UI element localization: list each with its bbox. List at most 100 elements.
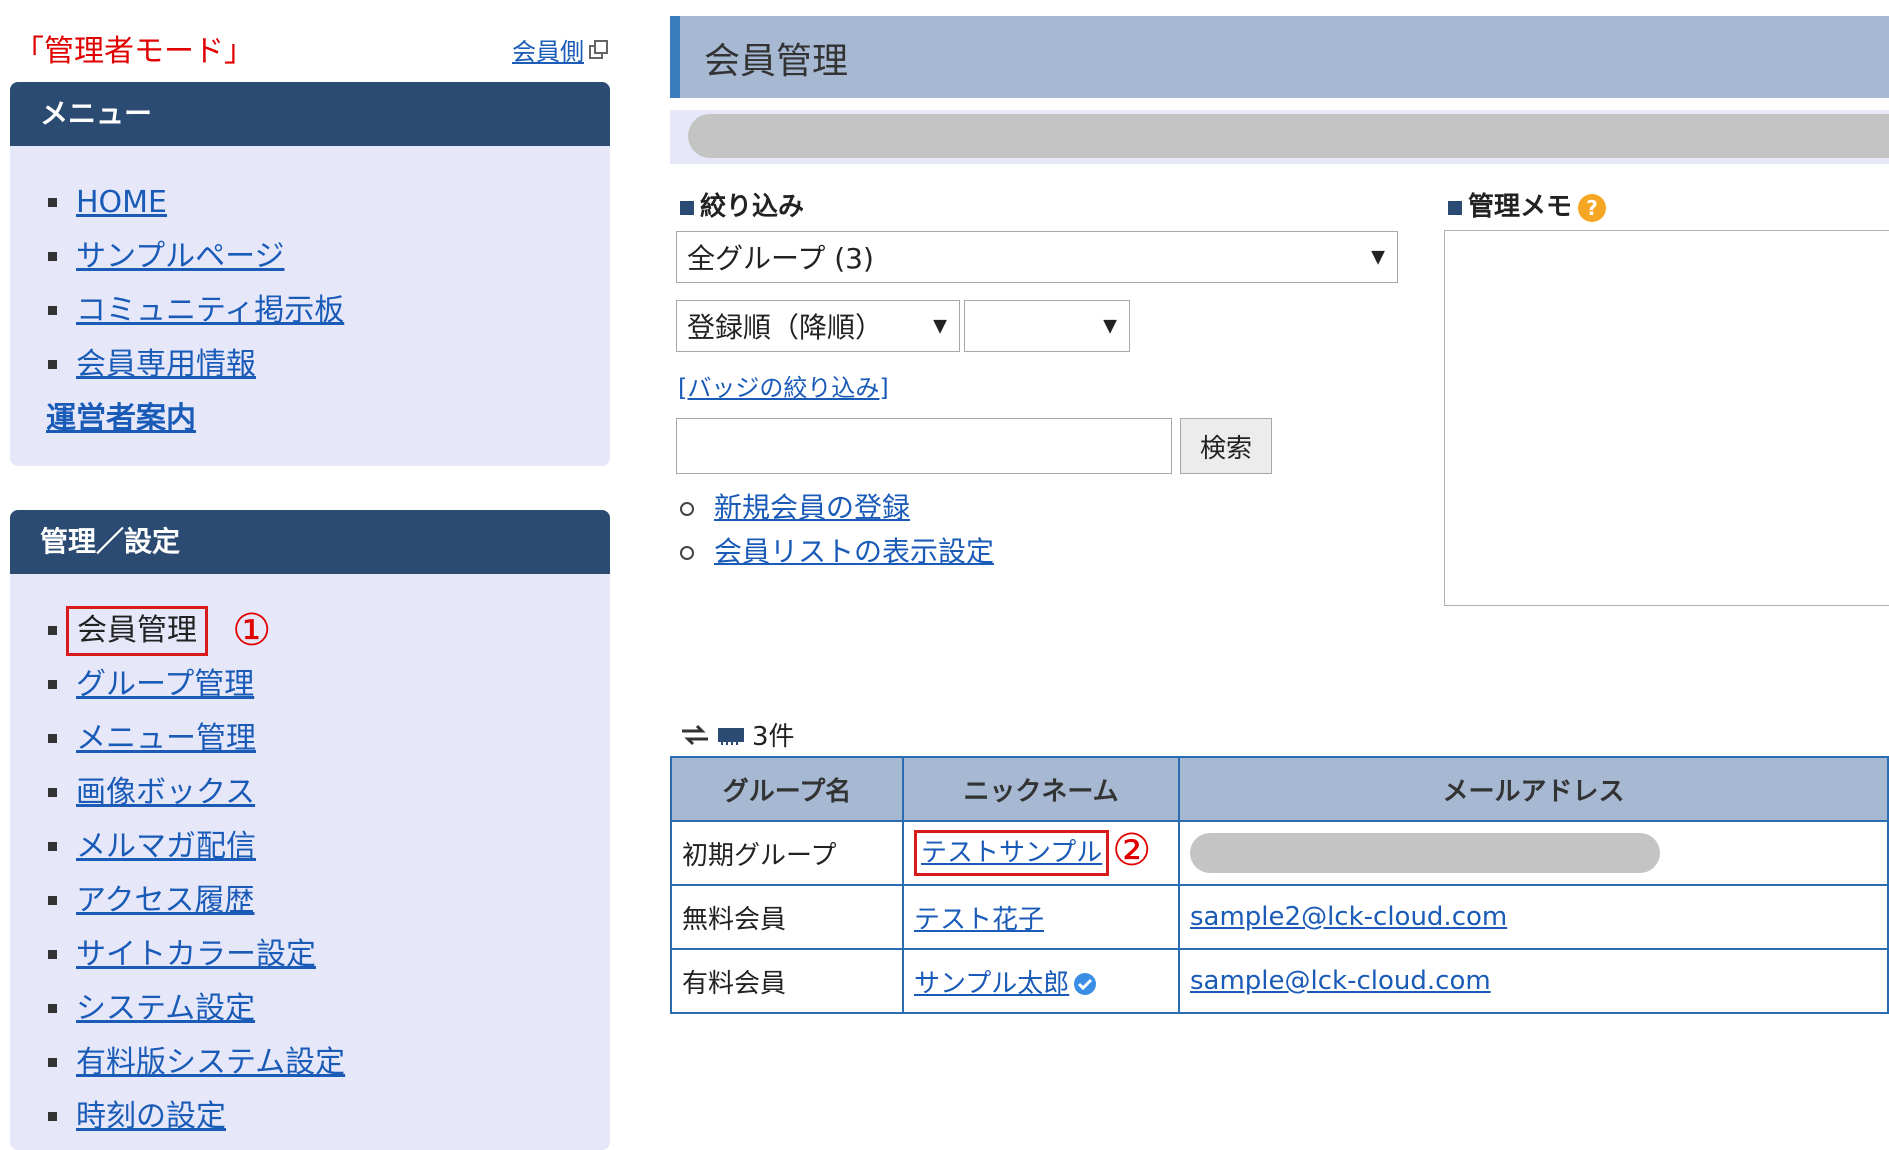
action-links: 新規会員の登録 会員リストの表示設定 [680,486,994,574]
menu-link-operator[interactable]: 運営者案内 [46,401,196,436]
cell-nickname: テスト花子 [902,884,1180,950]
annotation-marker-2: ② [1112,825,1152,876]
menu-item-home: HOME [10,176,610,230]
circle-bullet-icon [680,546,694,560]
admin-link-system-settings[interactable]: システム設定 [76,991,255,1026]
sidebar: 「管理者モード」 会員側 メニュー HOME サンプルページ コミュニティ掲示板… [0,0,620,1150]
table-row: 初期グループ テストサンプル ② [670,820,1889,886]
bullet-icon [48,896,57,905]
action-item-register: 新規会員の登録 [680,486,994,530]
menu-panel-title: メニュー [10,82,610,146]
swap-arrows-icon[interactable] [680,723,710,747]
result-count: 3件 [752,722,795,752]
bullet-icon [48,198,57,207]
filter-section-title: 絞り込み [680,186,804,223]
sort-select-value: 登録順（降順） [687,311,884,344]
bullet-icon [48,842,57,851]
cell-group: 無料会員 [670,884,904,950]
redacted-info [688,114,1889,158]
sort-select[interactable]: 登録順（降順） ▼ [676,300,960,352]
menu-link-members-info[interactable]: 会員専用情報 [76,347,256,382]
bullet-icon [48,626,57,635]
nickname-link[interactable]: テスト花子 [914,905,1044,935]
table-header-row: グループ名 ニックネーム メールアドレス [670,756,1889,822]
search-button[interactable]: 検索 [1180,418,1272,474]
admin-item-access-history: アクセス履歴 [10,874,610,928]
nickname-link[interactable]: テストサンプル [914,830,1110,876]
info-strip [670,110,1889,164]
menu-link-community-board[interactable]: コミュニティ掲示板 [76,293,344,328]
verified-badge-icon [1074,973,1097,995]
cell-group: 初期グループ [670,820,904,886]
search-input[interactable] [676,418,1172,474]
admin-item-newsletter: メルマガ配信 [10,820,610,874]
annotation-marker-1: ① [232,605,272,656]
admin-link-newsletter[interactable]: メルマガ配信 [76,829,256,864]
bullet-icon [48,306,57,315]
circle-bullet-icon [680,502,694,516]
square-bullet-icon [680,200,694,215]
register-member-link[interactable]: 新規会員の登録 [714,491,910,524]
admin-link-group-management[interactable]: グループ管理 [76,667,254,702]
dropdown-arrow-icon: ▼ [933,315,947,337]
cell-email [1178,820,1889,886]
help-icon[interactable]: ? [1578,193,1607,222]
bullet-icon [48,360,57,369]
bullet-icon [48,252,57,261]
member-side-link-label[interactable]: 会員側 [512,32,584,67]
bullet-icon [48,734,57,743]
group-select-value: 全グループ (3) [687,242,874,275]
badge-filter-link[interactable]: [バッジの絞り込み] [678,368,889,403]
admin-link-site-color[interactable]: サイトカラー設定 [76,937,316,972]
redacted-email [1190,833,1660,873]
members-table: グループ名 ニックネーム メールアドレス 初期グループ テストサンプル ② 無料… [670,756,1889,1014]
admin-link-time-settings[interactable]: 時刻の設定 [76,1099,226,1134]
admin-mode-label: 「管理者モード」 [14,34,254,69]
bullet-icon [48,950,57,959]
menu-item-sample-page: サンプルページ [10,230,610,284]
memo-title-label: 管理メモ [1468,192,1573,222]
page-title: 会員管理 [704,41,849,82]
cell-group: 有料会員 [670,948,904,1014]
menu-panel: メニュー HOME サンプルページ コミュニティ掲示板 会員専用情報 運営者案内 [10,82,610,466]
admin-link-image-box[interactable]: 画像ボックス [76,775,255,810]
email-link[interactable]: sample@lck-cloud.com [1190,966,1491,996]
admin-item-system-settings: システム設定 [10,982,610,1036]
menu-item-operator: 運営者案内 [10,392,610,446]
menu-link-home[interactable]: HOME [76,185,167,220]
page-title-bar: 会員管理 [670,16,1889,98]
admin-link-menu-management[interactable]: メニュー管理 [76,721,256,756]
table-row: 有料会員 サンプル太郎 sample@lck-cloud.com [670,948,1889,1014]
column-header-nickname[interactable]: ニックネーム [902,756,1180,822]
menu-item-community-board: コミュニティ掲示板 [10,284,610,338]
admin-link-paid-system-settings[interactable]: 有料版システム設定 [76,1045,345,1080]
admin-item-paid-system-settings: 有料版システム設定 [10,1036,610,1090]
secondary-select[interactable]: ▼ [964,300,1130,352]
column-header-group[interactable]: グループ名 [670,756,904,822]
email-link[interactable]: sample2@lck-cloud.com [1190,902,1507,932]
nickname-link[interactable]: サンプル太郎 [914,969,1069,999]
bullet-icon [48,680,57,689]
memo-textarea[interactable] [1444,230,1889,606]
admin-item-image-box: 画像ボックス [10,766,610,820]
member-side-link[interactable]: 会員側 [512,32,610,67]
column-header-email[interactable]: メールアドレス [1178,756,1889,822]
external-window-icon [589,39,608,59]
admin-link-access-history[interactable]: アクセス履歴 [76,883,255,918]
square-bullet-icon [1448,200,1462,215]
dropdown-arrow-icon: ▼ [1371,246,1385,268]
cell-nickname: サンプル太郎 [902,948,1180,1014]
ram-chip-icon[interactable] [716,724,746,746]
menu-link-sample-page[interactable]: サンプルページ [76,239,285,274]
menu-list: HOME サンプルページ コミュニティ掲示板 会員専用情報 運営者案内 [10,146,610,446]
admin-link-member-management[interactable]: 会員管理 [66,606,208,656]
filter-title-label: 絞り込み [700,192,805,222]
bullet-icon [48,1058,57,1067]
admin-item-member-management: 会員管理 ① [10,604,610,658]
list-display-settings-link[interactable]: 会員リストの表示設定 [714,535,994,568]
admin-item-group-management: グループ管理 [10,658,610,712]
memo-section-title: 管理メモ? [1448,186,1607,223]
group-select[interactable]: 全グループ (3) ▼ [676,231,1398,283]
bullet-icon [48,1112,57,1121]
table-row: 無料会員 テスト花子 sample2@lck-cloud.com [670,884,1889,950]
